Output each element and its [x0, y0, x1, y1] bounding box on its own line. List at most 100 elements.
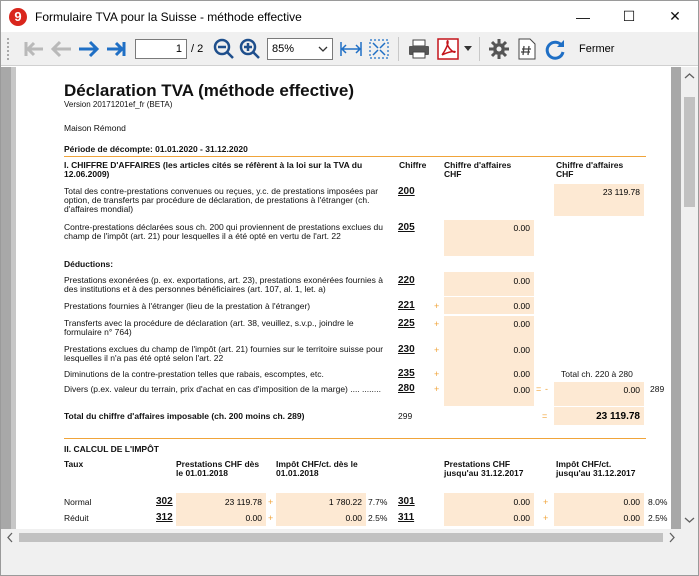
amount-field[interactable]: 0.00 [444, 342, 534, 366]
close-button[interactable]: ✕ [652, 1, 698, 32]
plus-sign: + [434, 301, 440, 311]
zoom-out-button[interactable] [211, 35, 237, 63]
amount-field[interactable]: 23 119.78 [176, 493, 266, 510]
minus-sign: - [545, 384, 548, 394]
rate-value: 8.0% [648, 497, 668, 507]
page-total: / 2 [191, 42, 204, 55]
fit-page-button[interactable] [365, 35, 393, 63]
divider [64, 156, 646, 157]
amount-field[interactable]: 0.00 [444, 493, 534, 510]
settings-button[interactable] [485, 35, 513, 63]
amount-field[interactable]: 0.00 [444, 510, 534, 526]
fit-width-icon [340, 41, 362, 56]
arrow-left-icon [50, 40, 71, 57]
first-page-icon [24, 41, 43, 56]
caret-down-icon [464, 45, 472, 51]
period: Période de décompte: 01.01.2020 - 31.12.… [64, 144, 248, 154]
subtotal-field: 0.00 [554, 382, 644, 406]
row-label: Prestations exclues du champ de l'impôt … [64, 344, 384, 363]
subtotal-label: Total ch. 220 à 280 [561, 369, 633, 379]
divider [64, 438, 646, 439]
row-code: 235 [398, 368, 415, 379]
row-code: 225 [398, 318, 415, 329]
plus-sign: + [434, 319, 440, 329]
row-label: Contre-prestations déclarées sous ch. 20… [64, 222, 383, 241]
pdf-icon [437, 37, 459, 60]
amount-field[interactable]: 0.00 [444, 220, 534, 256]
horizontal-scroll-thumb[interactable] [19, 533, 663, 542]
rate-label: Normal [64, 497, 92, 507]
amount-field[interactable]: 0.00 [444, 382, 534, 406]
doc-version: Version 20171201ef_fr (BETA) [64, 100, 173, 109]
amount-field[interactable]: 23 119.78 [554, 184, 644, 216]
deductions-heading: Déductions: [64, 259, 114, 269]
amount-field[interactable]: 0.00 [444, 272, 534, 296]
arrow-right-icon [79, 40, 100, 57]
row-code: 302 [156, 496, 173, 507]
row-code: 205 [398, 222, 415, 233]
first-page-button[interactable] [19, 35, 47, 63]
scroll-left-icon[interactable] [3, 529, 17, 546]
next-page-button[interactable] [75, 35, 103, 63]
total-code: 299 [398, 411, 413, 421]
plus-sign: + [434, 369, 440, 379]
export-pdf-button[interactable] [434, 35, 462, 63]
status-bar [1, 546, 698, 575]
section-1-title: I. CHIFFRE D'AFFAIRES (les articles cité… [64, 160, 363, 179]
col-ca1: Chiffre d'affaires CHF [444, 160, 512, 179]
toolbar: 1 / 2 85% Fermer [1, 32, 698, 66]
toolbar-grip-icon [7, 37, 11, 60]
total-field: 23 119.78 [554, 407, 644, 425]
rate-value: 2.5% [648, 513, 668, 523]
close-document-button[interactable]: Fermer [579, 43, 614, 55]
amount-field[interactable]: 0.00 [444, 316, 534, 342]
amount-field[interactable]: 0.00 [444, 297, 534, 314]
page-number-input[interactable]: 1 [135, 38, 187, 59]
hash-document-icon [518, 38, 536, 59]
previous-page-button[interactable] [47, 35, 75, 63]
pdf-options-dropdown[interactable] [462, 35, 474, 63]
vertical-scroll-thumb[interactable] [684, 97, 695, 207]
last-page-button[interactable] [103, 35, 131, 63]
zoom-select[interactable]: 85% [267, 37, 333, 60]
toolbar-separator [398, 36, 399, 61]
row-code: 230 [398, 344, 415, 355]
plus-sign: + [268, 497, 274, 507]
print-button[interactable] [404, 35, 434, 63]
plus-sign: + [268, 513, 274, 523]
total-label: Total du chiffre d'affaires imposable (c… [64, 411, 305, 421]
code-page-button[interactable] [513, 35, 541, 63]
scroll-up-icon[interactable] [681, 69, 698, 83]
zoom-out-icon [213, 38, 234, 59]
scrollbar-corner [681, 529, 698, 546]
row-label: Divers (p.ex. valeur du terrain, prix d'… [64, 384, 381, 394]
zoom-in-button[interactable] [237, 35, 263, 63]
vertical-scrollbar[interactable] [681, 67, 698, 529]
maximize-button[interactable]: ☐ [606, 1, 652, 32]
fit-width-button[interactable] [337, 35, 365, 63]
document-viewport[interactable]: Déclaration TVA (méthode effective) Vers… [1, 67, 681, 529]
col-prest2: Prestations CHF jusqu'au 31.12.2017 [444, 459, 524, 478]
title-bar: 9 Formulaire TVA pour la Suisse - méthod… [1, 1, 698, 32]
app-icon: 9 [9, 7, 27, 26]
col-chiffre: Chiffre [399, 160, 427, 170]
amount-field[interactable]: 0.00 [444, 366, 534, 382]
scroll-right-icon[interactable] [665, 529, 679, 546]
document-page: Déclaration TVA (méthode effective) Vers… [11, 67, 671, 529]
col-prest1: Prestations CHF dès le 01.01.2018 [176, 459, 260, 478]
minimize-button[interactable]: — [560, 1, 606, 32]
company-name: Maison Rémond [64, 123, 126, 133]
tax-field: 0.00 [554, 510, 644, 526]
row-label: Diminutions de la contre-prestation tell… [64, 369, 324, 379]
refresh-button[interactable] [541, 35, 569, 63]
row-label: Transferts avec la procédure de déclarat… [64, 318, 354, 337]
rate-value: 2.5% [368, 513, 388, 523]
scroll-down-icon[interactable] [681, 513, 698, 527]
horizontal-scrollbar[interactable] [1, 529, 681, 546]
zoom-value: 85% [272, 42, 295, 55]
rate-value: 7.7% [368, 497, 388, 507]
printer-icon [409, 39, 429, 58]
doc-title: Déclaration TVA (méthode effective) [64, 81, 355, 100]
amount-field[interactable]: 0.00 [176, 510, 266, 526]
plus-sign: + [434, 384, 440, 394]
